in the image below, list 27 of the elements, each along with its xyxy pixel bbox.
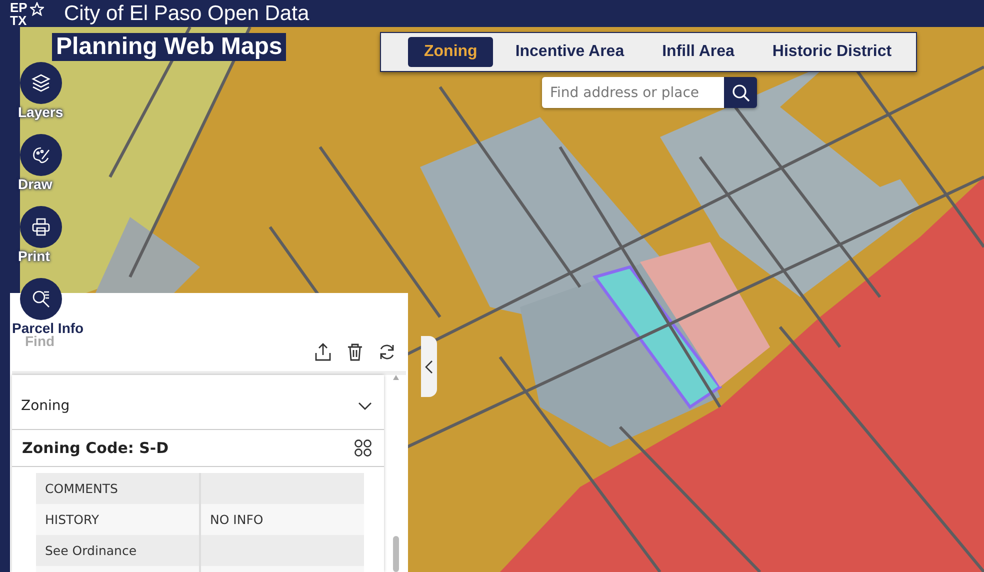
printer-icon	[31, 217, 51, 237]
feature-title: Zoning Code: S-D	[22, 439, 169, 457]
trash-icon	[345, 342, 365, 362]
app-title: Planning Web Maps	[52, 33, 286, 61]
layers-icon	[31, 73, 51, 93]
upload-icon	[313, 342, 333, 362]
search-list-icon	[31, 289, 51, 309]
star-icon	[30, 2, 44, 16]
tab[interactable]: Incentive Area	[499, 37, 640, 67]
chevron-left-icon	[424, 360, 434, 374]
search-field[interactable]: Find address or place	[542, 77, 724, 108]
tool-label: Parcel Info	[12, 321, 84, 335]
search-icon	[732, 84, 750, 102]
search-button[interactable]	[724, 77, 757, 108]
palette-icon	[31, 145, 51, 165]
logo: EP TX	[10, 0, 50, 27]
circles-icon	[354, 439, 372, 457]
accordion-header[interactable]: Zoning	[12, 375, 384, 430]
tab[interactable]: Infill Area	[646, 37, 750, 67]
site-title: City of El Paso Open Data	[64, 1, 310, 27]
tool-label: Find	[25, 333, 55, 349]
tab[interactable]: Zoning	[408, 37, 494, 67]
tab[interactable]: Historic District	[756, 37, 908, 67]
table-cell-text: NO INFO	[209, 511, 264, 529]
scrollbar[interactable]	[392, 375, 400, 572]
collapse-button[interactable]	[421, 336, 437, 397]
options-button[interactable]	[354, 439, 372, 457]
